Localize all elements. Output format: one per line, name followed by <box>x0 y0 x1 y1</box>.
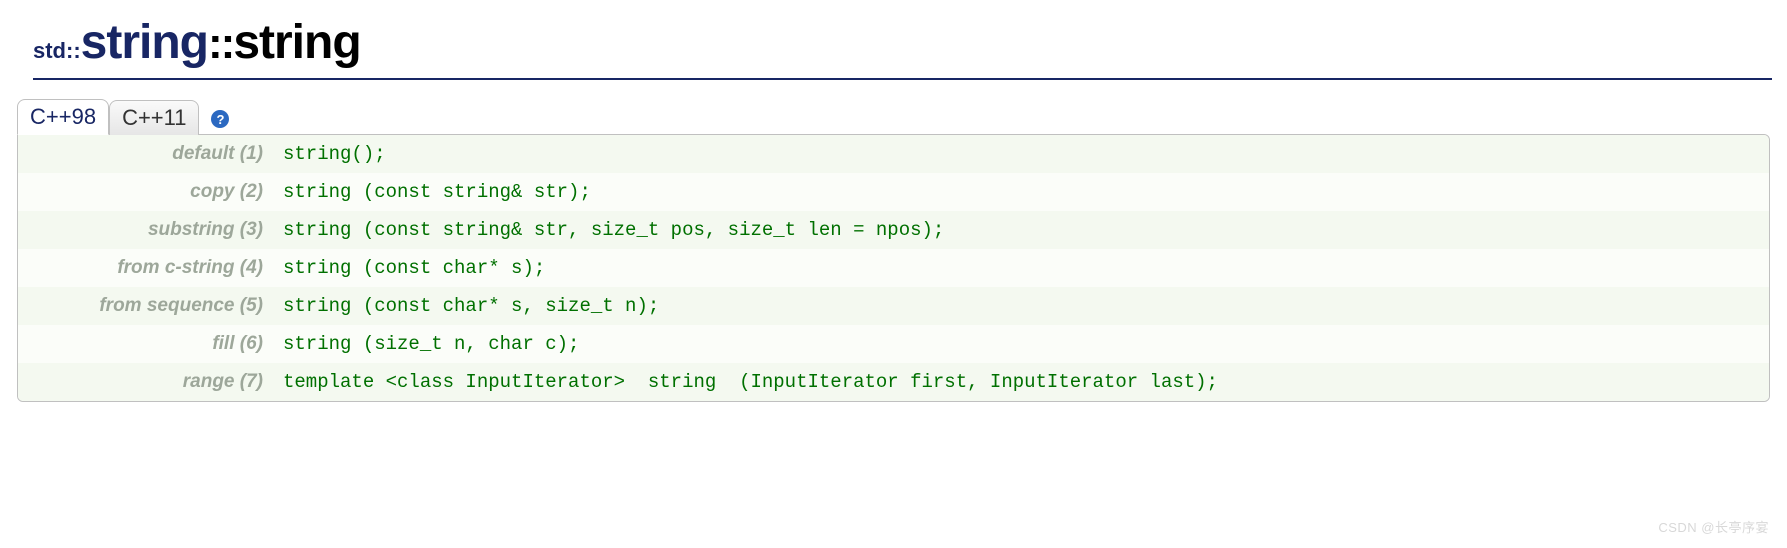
table-row: copy (2) string (const string& str); <box>18 173 1769 211</box>
tab-cpp11[interactable]: C++11 <box>109 100 199 135</box>
signature-code: string (const char* s); <box>273 249 1769 287</box>
title-namespace: std:: <box>33 38 81 63</box>
watermark-text: CSDN @长亭序宴 <box>1658 517 1769 536</box>
tab-cpp98[interactable]: C++98 <box>17 99 109 135</box>
signature-code: string (size_t n, char c); <box>273 325 1769 363</box>
title-separator: :: <box>208 19 233 68</box>
signature-label: fill (6) <box>18 325 273 363</box>
table-row: from c-string (4) string (const char* s)… <box>18 249 1769 287</box>
signature-code: string(); <box>273 135 1769 173</box>
table-row: range (7) template <class InputIterator>… <box>18 363 1769 401</box>
signature-table: default (1) string(); copy (2) string (c… <box>17 134 1770 402</box>
help-icon[interactable]: ? <box>211 110 229 128</box>
signature-code: template <class InputIterator> string (I… <box>273 363 1769 401</box>
tab-row: C++98 C++11 ? <box>17 98 1772 134</box>
title-function: string <box>233 16 360 69</box>
signature-label: default (1) <box>18 135 273 173</box>
signature-label: from sequence (5) <box>18 287 273 325</box>
table-row: default (1) string(); <box>18 135 1769 173</box>
table-row: from sequence (5) string (const char* s,… <box>18 287 1769 325</box>
table-row: fill (6) string (size_t n, char c); <box>18 325 1769 363</box>
table-row: substring (3) string (const string& str,… <box>18 211 1769 249</box>
signature-code: string (const string& str, size_t pos, s… <box>273 211 1769 249</box>
signature-code: string (const char* s, size_t n); <box>273 287 1769 325</box>
page-title: std::string::string <box>33 15 1772 80</box>
signature-label: copy (2) <box>18 173 273 211</box>
version-tab-panel: C++98 C++11 ? default (1) string(); copy… <box>15 98 1772 402</box>
signature-label: substring (3) <box>18 211 273 249</box>
signature-tbody: default (1) string(); copy (2) string (c… <box>18 135 1769 401</box>
signature-label: range (7) <box>18 363 273 401</box>
signature-label: from c-string (4) <box>18 249 273 287</box>
signature-code: string (const string& str); <box>273 173 1769 211</box>
title-class: string <box>81 16 208 69</box>
